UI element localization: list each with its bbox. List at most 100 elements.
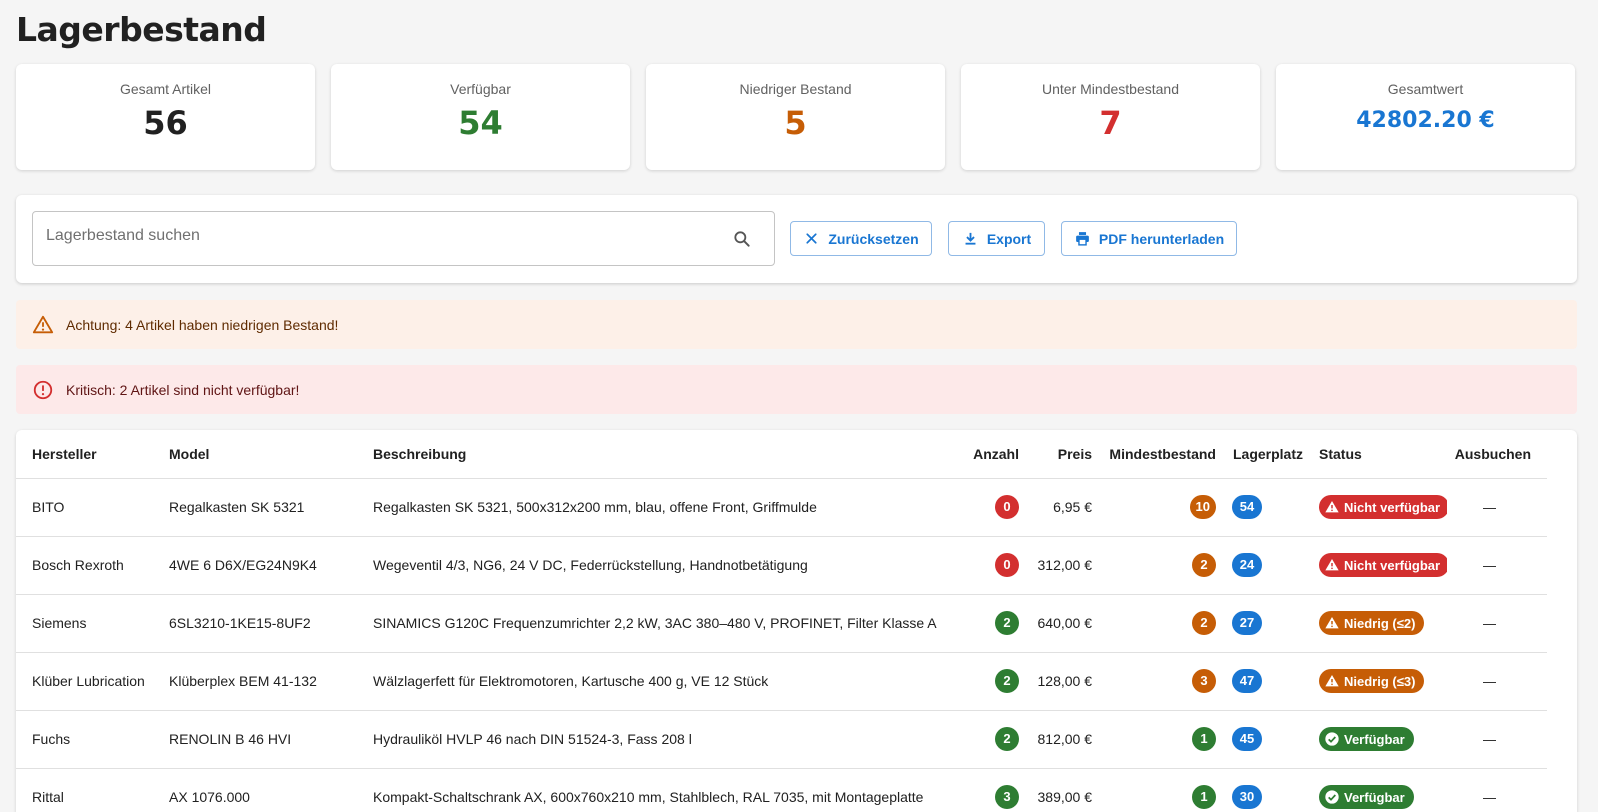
status-badge: Verfügbar [1319, 727, 1414, 751]
location-chip: 45 [1232, 727, 1262, 751]
status-cell: Verfügbar [1319, 768, 1447, 812]
column-header[interactable]: Ausbuchen [1447, 430, 1547, 479]
location-cell: 54 [1232, 478, 1319, 537]
quantity-cell: 3 [963, 768, 1035, 812]
stat-label: Gesamt Artikel [119, 81, 212, 97]
column-header[interactable]: Preis [1035, 430, 1108, 479]
quantity-cell: 0 [963, 478, 1035, 537]
minimum-stock-chip: 1 [1192, 727, 1216, 751]
minimum-stock-chip: 2 [1192, 553, 1216, 577]
download-icon [965, 232, 976, 245]
pdf-label: PDF herunterladen [1098, 230, 1225, 247]
stat-label: Verfügbar [450, 81, 511, 97]
column-header[interactable]: Lagerplatz [1232, 430, 1319, 479]
quantity-cell: 2 [963, 652, 1035, 711]
description-cell: Kompakt-Schaltschrank AX, 600x760x210 mm… [373, 768, 963, 812]
pdf-download-button[interactable]: PDF herunterladen [1061, 221, 1237, 256]
minimum-stock-cell: 2 [1108, 594, 1232, 653]
checkout-cell[interactable] [1447, 536, 1547, 595]
model-cell: Regalkasten SK 5321 [169, 478, 373, 537]
description-cell: Wälzlagerfett für Elektromotoren, Kartus… [373, 652, 963, 711]
location-chip: 27 [1232, 611, 1262, 635]
checkout-cell[interactable] [1447, 768, 1547, 812]
quantity-chip: 2 [995, 727, 1019, 751]
description-cell: Regalkasten SK 5321, 500x312x200 mm, bla… [373, 478, 963, 537]
location-chip: 30 [1232, 785, 1262, 809]
table-header-row: Hersteller Model Beschreibung Anzahl Pre… [16, 430, 1547, 479]
stat-card-total-value: Gesamtwert 42802.20 € [1276, 64, 1575, 170]
checkout-cell[interactable] [1447, 652, 1547, 711]
model-cell: 4WE 6 D6X/EG24N9K4 [169, 536, 373, 595]
alert-text: Achtung: 4 Artikel haben niedrigen Besta… [66, 316, 339, 333]
column-header[interactable]: Hersteller [16, 430, 169, 479]
column-header[interactable]: Mindestbestand [1108, 430, 1232, 479]
table-row[interactable]: Fuchs RENOLIN B 46 HVI Hydrauliköl HVLP 46… [16, 710, 1547, 769]
price-cell: 6,95 € [1035, 478, 1108, 537]
column-header[interactable]: Model [169, 430, 373, 479]
location-cell: 47 [1232, 652, 1319, 711]
checkout-cell[interactable] [1447, 478, 1547, 537]
table-row[interactable]: Siemens 6SL3210-1KE15-8UF2 SINAMICS G120C … [16, 594, 1547, 653]
table-row[interactable]: Rittal AX 1076.000 Kompakt-Schaltschrank A… [16, 768, 1547, 812]
description-cell: Hydrauliköl HVLP 46 nach DIN 51524-3, Fa… [373, 710, 963, 769]
check-circle-icon [1325, 790, 1339, 804]
inventory-table: Hersteller Model Beschreibung Anzahl Pre… [16, 430, 1547, 812]
error-icon [33, 380, 53, 399]
warning-icon [1325, 501, 1339, 513]
minimum-stock-chip: 10 [1189, 495, 1216, 519]
location-chip: 24 [1232, 553, 1262, 577]
model-cell: 6SL3210-1KE15-8UF2 [169, 594, 373, 653]
minimum-stock-cell: 1 [1108, 768, 1232, 812]
column-header[interactable]: Anzahl [963, 430, 1035, 479]
status-badge: Nicht verfügbar [1319, 495, 1447, 519]
checkout-dash[interactable] [1482, 739, 1496, 741]
checkout-cell[interactable] [1447, 594, 1547, 653]
quantity-chip: 2 [995, 669, 1019, 693]
stat-value: 7 [1099, 104, 1122, 142]
status-badge: Nicht verfügbar [1319, 553, 1447, 577]
warning-icon [1325, 559, 1339, 571]
stat-value: 5 [784, 104, 807, 142]
inventory-table-container: Hersteller Model Beschreibung Anzahl Pre… [16, 430, 1577, 812]
table-row[interactable]: Bosch Rexroth 4WE 6 D6X/EG24N9K4 Wegeventi… [16, 536, 1547, 595]
column-header[interactable]: Beschreibung [373, 430, 963, 479]
search-field[interactable] [32, 211, 775, 266]
reset-button[interactable]: Zurücksetzen [790, 221, 932, 256]
status-cell: Niedrig (≤3) [1319, 652, 1447, 711]
toolbar: Zurücksetzen Export PDF herunterladen [16, 195, 1577, 283]
stat-value: 42802.20 € [1356, 108, 1495, 133]
column-header[interactable]: Status [1319, 430, 1447, 479]
model-cell: RENOLIN B 46 HVI [169, 710, 373, 769]
checkout-dash[interactable] [1482, 797, 1496, 799]
checkout-dash[interactable] [1482, 507, 1496, 509]
status-label: Verfügbar [1344, 789, 1405, 805]
quantity-cell: 0 [963, 536, 1035, 595]
checkout-dash[interactable] [1482, 681, 1496, 683]
page-title: Lagerbestand [16, 10, 267, 49]
price-cell: 640,00 € [1035, 594, 1108, 653]
search-input[interactable] [46, 227, 706, 245]
stat-card-low-stock: Niedriger Bestand 5 [646, 64, 945, 170]
status-badge: Niedrig (≤3) [1319, 669, 1425, 693]
stat-label: Gesamtwert [1387, 81, 1464, 97]
warning-icon [32, 315, 54, 333]
manufacturer-cell: BITO [16, 478, 169, 537]
minimum-stock-cell: 1 [1108, 710, 1232, 769]
minimum-stock-cell: 10 [1108, 478, 1232, 537]
quantity-chip: 0 [995, 553, 1019, 577]
manufacturer-cell: Fuchs [16, 710, 169, 769]
manufacturer-cell: Bosch Rexroth [16, 536, 169, 595]
status-cell: Nicht verfügbar [1319, 478, 1447, 537]
checkout-cell[interactable] [1447, 710, 1547, 769]
table-row[interactable]: BITO Regalkasten SK 5321 Regalkasten SK 53… [16, 478, 1547, 537]
table-row[interactable]: Klüber Lubrication Klüberplex BEM 41-132 W… [16, 652, 1547, 711]
location-cell: 27 [1232, 594, 1319, 653]
export-button[interactable]: Export [948, 221, 1045, 256]
stat-label: Unter Mindestbestand [1042, 81, 1179, 97]
description-cell: SINAMICS G120C Frequenzumrichter 2,2 kW,… [373, 594, 963, 653]
price-cell: 812,00 € [1035, 710, 1108, 769]
search-icon[interactable] [732, 229, 752, 249]
minimum-stock-chip: 3 [1192, 669, 1216, 693]
checkout-dash[interactable] [1482, 565, 1496, 567]
checkout-dash[interactable] [1482, 623, 1496, 625]
